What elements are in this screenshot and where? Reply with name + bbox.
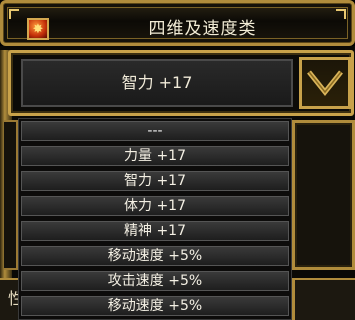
dropdown-option-spirit[interactable]: 精神 +17 [21, 221, 289, 241]
background-panel-left [4, 120, 18, 270]
frame-corner [9, 9, 19, 19]
attribute-dropdown-list[interactable]: --- 力量 +17 智力 +17 体力 +17 精神 +17 移动速度 +5%… [18, 118, 292, 320]
dropdown-option-move-speed-2[interactable]: 移动速度 +5% [21, 296, 289, 316]
window-title: 四维及速度类 [148, 19, 257, 39]
dropdown-option-vitality[interactable]: 体力 +17 [21, 196, 289, 216]
dropdown-option-attack-speed[interactable]: 攻击速度 +5% [21, 271, 289, 291]
fire-emblem-icon: ✸ [27, 18, 49, 40]
dropdown-option-intelligence[interactable]: 智力 +17 [21, 171, 289, 191]
chevron-down-icon [307, 70, 343, 97]
dropdown-option-strength[interactable]: 力量 +17 [21, 146, 289, 166]
attribute-combo-box[interactable]: 智力 +17 [8, 50, 354, 116]
title-bar[interactable]: ✸ 四维及速度类 [0, 0, 355, 46]
combo-dropdown-button[interactable] [299, 57, 351, 109]
combo-selected-value[interactable]: 智力 +17 [21, 59, 293, 107]
background-panel-right [292, 120, 355, 270]
dropdown-option-move-speed[interactable]: 移动速度 +5% [21, 246, 289, 266]
background-panel-bottom-right [292, 278, 355, 320]
dropdown-option-empty[interactable]: --- [21, 121, 289, 141]
